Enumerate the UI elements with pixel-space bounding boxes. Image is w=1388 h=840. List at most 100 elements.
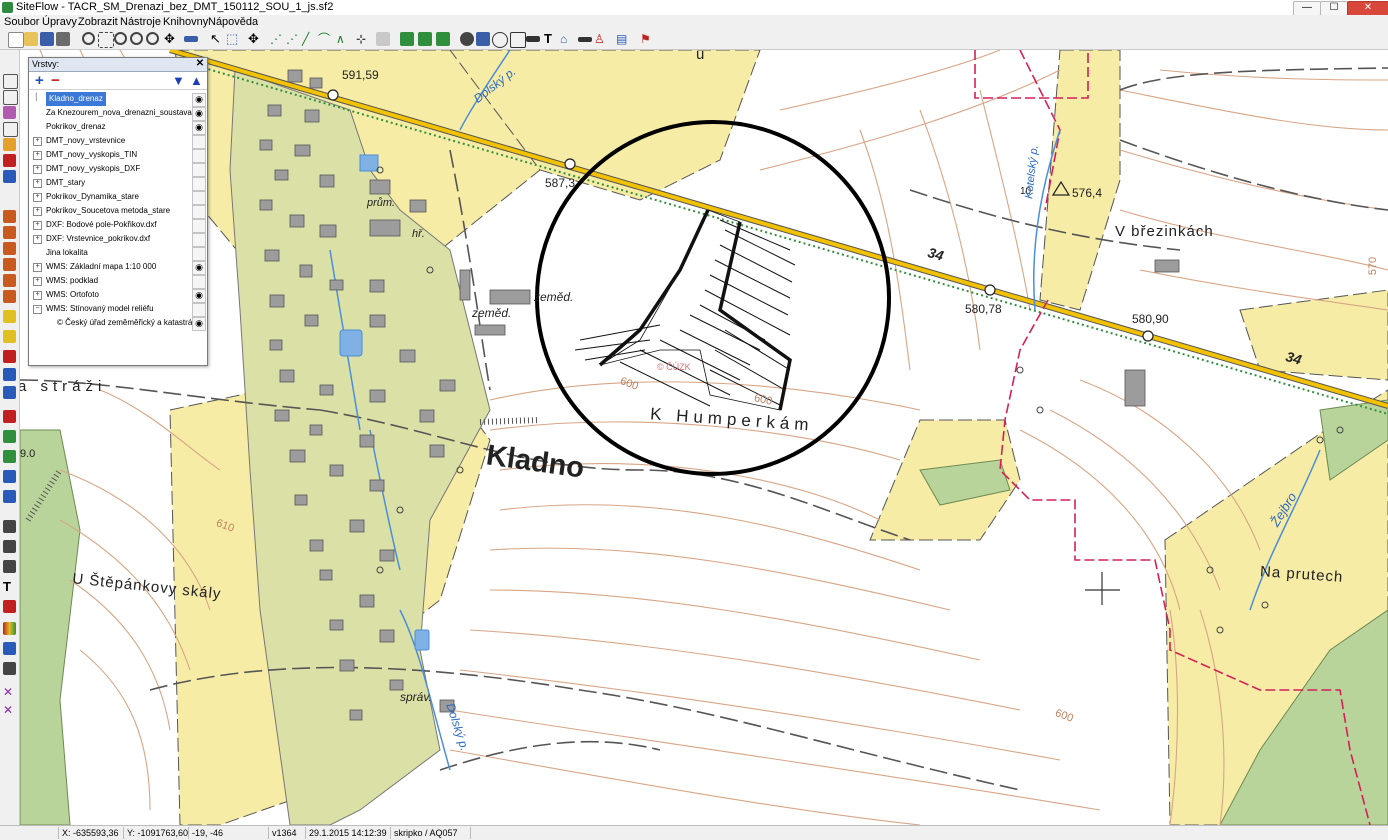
- text-tool-left-icon[interactable]: T: [3, 580, 16, 593]
- add-layer-button[interactable]: +: [35, 73, 44, 88]
- profile-tool-5-icon[interactable]: [3, 274, 16, 287]
- draw-tool-2-icon[interactable]: [3, 430, 16, 443]
- layer-tool-7-icon[interactable]: [3, 170, 16, 183]
- hatch-icon[interactable]: [526, 36, 540, 42]
- layer-row[interactable]: + DMT_novy_vyskopis_DXF: [31, 162, 206, 177]
- layer-tool-4-icon[interactable]: [3, 122, 18, 137]
- draw-arc-icon[interactable]: ⌒: [318, 32, 332, 46]
- expand-icon[interactable]: +: [33, 221, 42, 230]
- fill-tool-icon[interactable]: [3, 642, 16, 655]
- visibility-toggle[interactable]: [192, 163, 206, 177]
- export-icon[interactable]: [400, 32, 414, 46]
- menu-napoveda[interactable]: Nápověda: [208, 16, 258, 28]
- visibility-toggle[interactable]: [192, 275, 206, 289]
- text-tool-icon[interactable]: [476, 32, 490, 46]
- open-folder-icon[interactable]: [24, 32, 38, 46]
- menu-upravy[interactable]: Úpravy: [42, 16, 77, 28]
- layer-row[interactable]: Pokrikov_drenaz ◉: [31, 120, 206, 135]
- expand-icon[interactable]: +: [33, 235, 42, 244]
- draw-line-icon[interactable]: ╱: [302, 32, 316, 46]
- visibility-eye-icon[interactable]: ◉: [192, 289, 206, 303]
- expand-icon[interactable]: +: [33, 137, 42, 146]
- profile-tool-2-icon[interactable]: [3, 226, 16, 239]
- select-cursor-icon[interactable]: ↖: [210, 32, 224, 46]
- visibility-eye-icon[interactable]: ◉: [192, 261, 206, 275]
- zoom-extents-icon[interactable]: [146, 32, 159, 45]
- expand-icon[interactable]: +: [33, 165, 42, 174]
- layer-tool-5-icon[interactable]: [3, 138, 16, 151]
- draw-tool-4-icon[interactable]: [3, 470, 16, 483]
- zoom-icon[interactable]: [82, 32, 95, 45]
- visibility-toggle[interactable]: [192, 135, 206, 149]
- visibility-toggle[interactable]: [192, 205, 206, 219]
- visibility-toggle[interactable]: [192, 177, 206, 191]
- visibility-toggle[interactable]: [192, 303, 206, 317]
- color-tool-icon[interactable]: [3, 622, 16, 635]
- collapse-icon[interactable]: −: [33, 305, 42, 314]
- move-layer-up-button[interactable]: ▲: [190, 73, 203, 88]
- edit-tool-4-icon[interactable]: [3, 600, 16, 613]
- import-icon[interactable]: [418, 32, 432, 46]
- visibility-toggle[interactable]: [192, 191, 206, 205]
- layer-row[interactable]: + DMT_novy_vyskopis_TIN: [31, 148, 206, 163]
- rectangle-tool-icon[interactable]: [510, 32, 526, 48]
- visibility-toggle[interactable]: [192, 219, 206, 233]
- expand-icon[interactable]: +: [33, 207, 42, 216]
- profile-tool-3-icon[interactable]: [3, 242, 16, 255]
- visibility-toggle[interactable]: [192, 233, 206, 247]
- layer-row[interactable]: − WMS: Stínovaný model reliéfu: [31, 302, 206, 317]
- move-icon[interactable]: ✥: [248, 32, 262, 46]
- map-view[interactable]: 591,59 u 587,3 580,78 580,90 10 576,4 34…: [20, 50, 1388, 825]
- layer-row[interactable]: │ Kladno_drenaz ◉: [31, 92, 206, 107]
- menu-nastroje[interactable]: Nástroje: [120, 16, 161, 28]
- layer-row[interactable]: + DMT_stary: [31, 176, 206, 191]
- layer-row[interactable]: + DMT_novy_vrstevnice: [31, 134, 206, 149]
- menu-zobrazit[interactable]: Zobrazit: [78, 16, 118, 28]
- zoom-out-icon[interactable]: [130, 32, 143, 45]
- layer-row[interactable]: + WMS: Základní mapa 1:10 000 ◉: [31, 260, 206, 275]
- expand-icon[interactable]: +: [33, 151, 42, 160]
- zoom-in-icon[interactable]: [114, 32, 127, 45]
- style-tool-icon[interactable]: [3, 662, 16, 675]
- draw-tool-5-icon[interactable]: [3, 490, 16, 503]
- menu-soubor[interactable]: Soubor: [4, 16, 39, 28]
- polyline-icon[interactable]: ⋰: [270, 32, 284, 46]
- profile-tool-6-icon[interactable]: [3, 290, 16, 303]
- measure-icon[interactable]: [184, 36, 198, 42]
- snap-icon[interactable]: ⊹: [356, 32, 370, 46]
- layer-row[interactable]: + DXF: Vrstevnice_pokrikov.dxf: [31, 232, 206, 247]
- circle-tool-icon[interactable]: [492, 32, 508, 48]
- edit-tool-3-icon[interactable]: [3, 560, 16, 573]
- visibility-toggle[interactable]: [192, 149, 206, 163]
- draw-spline-icon[interactable]: ∧: [336, 32, 350, 46]
- visibility-eye-icon[interactable]: ◉: [192, 121, 206, 135]
- expand-icon[interactable]: +: [33, 291, 42, 300]
- expand-icon[interactable]: +: [33, 263, 42, 272]
- draw-tool-3-icon[interactable]: [3, 450, 16, 463]
- text-insert-icon[interactable]: T: [544, 32, 558, 46]
- section-icon[interactable]: [578, 37, 592, 42]
- layer-row[interactable]: © Český úřad zeměměřický a katastrální ◉: [31, 316, 206, 331]
- flag-tool-icon[interactable]: ⚑: [640, 32, 654, 46]
- drop-icon[interactable]: ♙: [594, 32, 608, 46]
- cross-tool-1-icon[interactable]: ✕: [3, 686, 16, 699]
- minimize-button[interactable]: —: [1293, 1, 1321, 16]
- layer-row[interactable]: Jina lokalita: [31, 246, 206, 261]
- pencil-tool-1-icon[interactable]: [3, 310, 16, 323]
- delete-icon[interactable]: [376, 32, 390, 46]
- profile-icon[interactable]: ⌂: [560, 32, 574, 46]
- close-button[interactable]: ✕: [1347, 1, 1388, 16]
- report-icon[interactable]: [436, 32, 450, 46]
- pencil-tool-2-icon[interactable]: [3, 330, 16, 343]
- layers-panel[interactable]: Vrstvy: ✕ + − ▼ ▲ │ Kladno_drenaz ◉ Za Kne…: [28, 57, 208, 366]
- move-layer-down-button[interactable]: ▼: [172, 73, 185, 88]
- maximize-button[interactable]: ☐: [1320, 1, 1348, 16]
- layers-close-icon[interactable]: ✕: [195, 59, 205, 69]
- layer-row[interactable]: + Pokrikov_Dynamika_stare: [31, 190, 206, 205]
- edit-tool-1-icon[interactable]: [3, 520, 16, 533]
- visibility-eye-icon[interactable]: ◉: [192, 317, 206, 331]
- expand-icon[interactable]: +: [33, 193, 42, 202]
- layers-panel-header[interactable]: Vrstvy: ✕: [29, 58, 207, 72]
- visibility-toggle[interactable]: [192, 247, 206, 261]
- layer-row[interactable]: + WMS: Ortofoto ◉: [31, 288, 206, 303]
